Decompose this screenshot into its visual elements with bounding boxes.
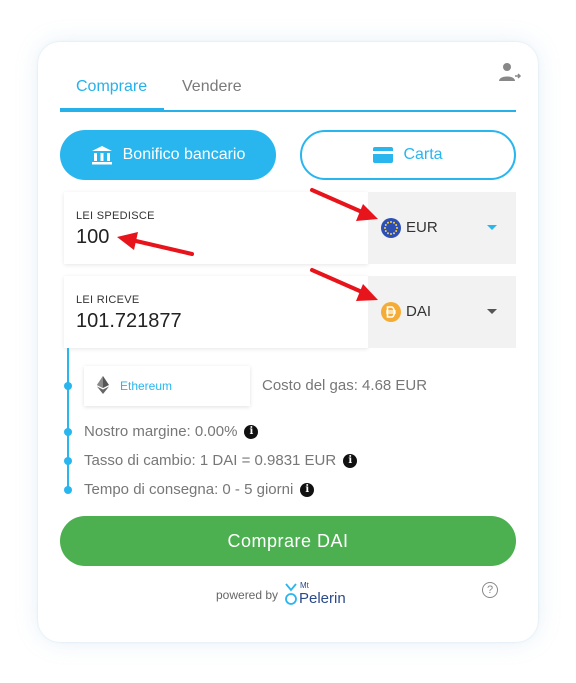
timeline-dot xyxy=(64,428,72,436)
send-amount-field[interactable]: LEI SPEDISCE 100 xyxy=(64,192,368,264)
exchange-widget: Comprare Vendere Bonifico bancario Carta… xyxy=(38,42,538,642)
tab-sell[interactable]: Vendere xyxy=(182,78,242,96)
dai-coin-icon xyxy=(381,302,401,322)
network-name: Ethereum xyxy=(120,379,173,393)
info-icon[interactable]: i xyxy=(343,454,358,469)
send-currency-select[interactable]: EUR xyxy=(368,192,516,264)
brand-prefix: Mt xyxy=(300,581,309,590)
info-icon[interactable]: i xyxy=(244,425,259,440)
info-icon[interactable]: i xyxy=(300,483,315,498)
ethereum-icon xyxy=(97,376,109,394)
bank-transfer-button[interactable]: Bonifico bancario xyxy=(60,130,276,180)
powered-by-text: powered by xyxy=(216,588,279,602)
bank-icon xyxy=(91,146,112,165)
card-button[interactable]: Carta xyxy=(300,130,516,180)
details-timeline xyxy=(67,348,69,492)
gas-cost: Costo del gas: 4.68 EUR xyxy=(262,377,428,394)
rate-row: Tasso di cambio: 1 DAI = 0.9831 EUR i xyxy=(84,452,358,469)
receive-currency-select[interactable]: DAI xyxy=(368,276,516,348)
rate-text: Tasso di cambio: 1 DAI = 0.9831 EUR xyxy=(84,452,337,469)
timeline-dot xyxy=(64,382,72,390)
help-icon[interactable]: ? xyxy=(482,582,498,598)
send-amount-value[interactable]: 100 xyxy=(76,226,109,249)
chevron-down-icon[interactable] xyxy=(487,225,497,230)
network-selector[interactable]: Ethereum xyxy=(84,366,250,406)
delivery-text: Tempo di consegna: 0 - 5 giorni xyxy=(84,481,294,498)
credit-card-icon xyxy=(373,147,394,163)
receive-amount-label: LEI RICEVE xyxy=(76,294,140,306)
delivery-row: Tempo di consegna: 0 - 5 giorni i xyxy=(84,481,315,498)
receive-amount-field[interactable]: LEI RICEVE 101.721877 xyxy=(64,276,368,348)
tab-buy[interactable]: Comprare xyxy=(76,78,147,96)
card-label: Carta xyxy=(403,146,443,163)
tab-active-indicator xyxy=(60,108,164,111)
timeline-dot xyxy=(64,457,72,465)
eur-coin-icon xyxy=(381,218,401,238)
timeline-dot xyxy=(64,486,72,494)
receive-amount-value[interactable]: 101.721877 xyxy=(76,310,182,333)
chevron-down-icon[interactable] xyxy=(487,309,497,314)
buy-button[interactable]: Comprare DAI xyxy=(60,516,516,566)
bank-transfer-label: Bonifico bancario xyxy=(122,146,246,163)
brand-name[interactable]: Pelerin xyxy=(299,590,346,607)
send-amount-label: LEI SPEDISCE xyxy=(76,210,155,222)
margin-text: Nostro margine: 0.00% xyxy=(84,423,238,440)
receive-currency-code: DAI xyxy=(406,303,432,320)
send-currency-code: EUR xyxy=(406,219,438,236)
margin-row: Nostro margine: 0.00% i xyxy=(84,423,259,440)
user-logout-icon[interactable] xyxy=(498,62,522,82)
